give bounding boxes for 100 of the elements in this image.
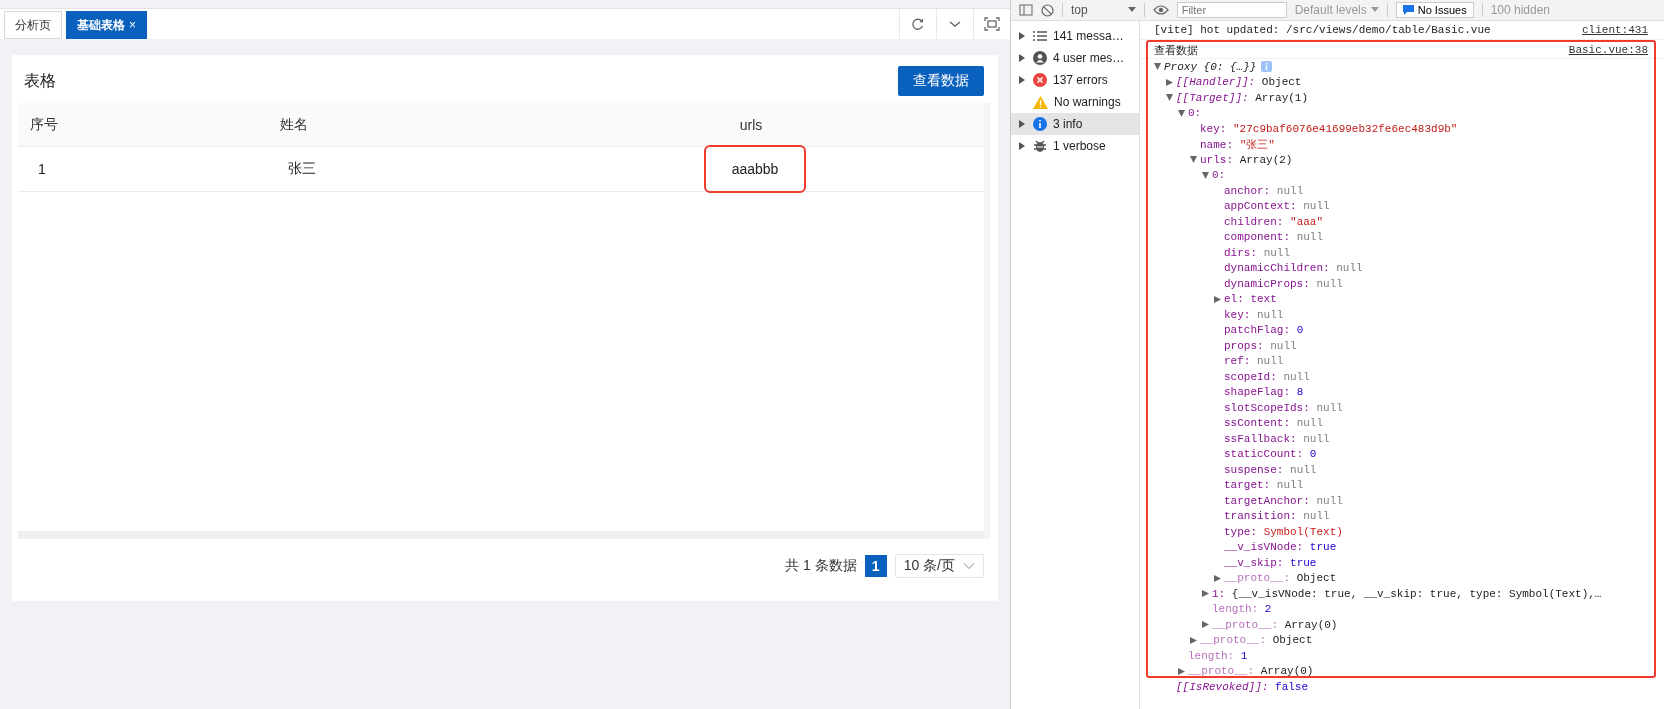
property-text: children: "aaa" xyxy=(1224,215,1324,228)
property-text: shapeFlag: 8 xyxy=(1224,386,1304,399)
log-message: [vite] hot updated: /src/views/demo/table/Basic.vue xyxy=(1154,23,1491,38)
page-number[interactable]: 1 xyxy=(864,555,887,577)
context-select[interactable]: top xyxy=(1071,3,1136,17)
expand-arrow-icon[interactable] xyxy=(1154,63,1161,71)
table-cell-text: 张三 xyxy=(288,159,316,178)
eye-icon[interactable] xyxy=(1152,4,1169,16)
property-text: ssContent: null xyxy=(1224,417,1324,430)
property-text: targetAnchor: null xyxy=(1224,494,1343,507)
source-link[interactable]: Basic.vue:38 xyxy=(1568,42,1648,58)
property-text: dynamicChildren: null xyxy=(1224,262,1363,275)
property-text: __proto__: Object xyxy=(1200,634,1313,647)
table-cell: aaabbb xyxy=(705,147,805,191)
property-text: urls: Array(2) xyxy=(1200,153,1293,166)
property-text: appContext: null xyxy=(1224,200,1330,213)
property-text: [[Handler]]: Object xyxy=(1176,76,1302,89)
bug-icon xyxy=(1033,139,1047,153)
property-text: transition: null xyxy=(1224,510,1330,523)
expand-arrow-icon[interactable] xyxy=(1019,32,1025,40)
property-text: key: null xyxy=(1224,308,1284,321)
property-text: dirs: null xyxy=(1224,246,1291,259)
expand-arrow-icon[interactable] xyxy=(1178,109,1185,117)
property-text: 0: xyxy=(1212,169,1226,182)
expand-arrow-icon[interactable] xyxy=(1166,78,1173,86)
page-tab[interactable]: 基础表格 × xyxy=(66,11,147,39)
property-text: key: "27c9baf6076e41699eb32fe6ec483d9b" xyxy=(1200,122,1458,135)
property-text: __v_skip: true xyxy=(1224,556,1317,569)
page-tab[interactable]: 分析页 xyxy=(4,11,62,39)
table-cell-text: 1 xyxy=(38,160,46,179)
list-icon xyxy=(1033,30,1047,42)
expand-arrow-icon[interactable] xyxy=(1019,76,1025,84)
property-text: 0: xyxy=(1188,107,1202,120)
property-text: [[IsRevoked]]: false xyxy=(1176,680,1309,693)
property-text: dynamicProps: null xyxy=(1224,277,1343,290)
fullscreen-icon[interactable] xyxy=(984,17,1000,31)
expand-arrow-icon[interactable] xyxy=(1214,295,1221,303)
property-text: patchFlag: 0 xyxy=(1224,324,1304,337)
expand-arrow-icon[interactable] xyxy=(1178,667,1185,675)
property-text: staticCount: 0 xyxy=(1224,448,1317,461)
column-header: 序号 xyxy=(29,115,59,134)
property-text: type: Symbol(Text) xyxy=(1224,525,1343,538)
message-filter-item[interactable]: 137 errors xyxy=(1011,69,1139,91)
sidebar-toggle-icon[interactable] xyxy=(1019,4,1033,16)
message-filter-item[interactable]: 3 info xyxy=(1011,113,1139,135)
user-icon xyxy=(1033,51,1047,65)
property-text: __proto__: Array(0) xyxy=(1188,665,1314,678)
chevron-down-icon xyxy=(963,562,975,570)
expand-arrow-icon[interactable] xyxy=(1019,120,1025,128)
property-text: ssFallback: null xyxy=(1224,432,1330,445)
message-filter-item[interactable]: 141 messa… xyxy=(1011,25,1139,47)
caret-icon xyxy=(1370,7,1379,13)
property-text: component: null xyxy=(1224,231,1324,244)
property-text: anchor: null xyxy=(1224,184,1304,197)
error-icon xyxy=(1033,73,1047,87)
page-size-select[interactable]: 10 条/页 xyxy=(894,554,984,578)
message-filter-item[interactable]: 1 verbose xyxy=(1011,135,1139,157)
log-message: 查看数据 xyxy=(1154,42,1198,58)
expand-arrow-icon[interactable] xyxy=(1214,574,1221,582)
filter-input[interactable]: Filter xyxy=(1176,2,1287,18)
clear-console-icon[interactable] xyxy=(1041,3,1054,17)
property-text: target: null xyxy=(1224,479,1304,492)
speech-bubble-icon xyxy=(1402,5,1414,15)
hidden-count: 100 hidden xyxy=(1490,3,1551,17)
property-text: suspense: null xyxy=(1224,463,1317,476)
message-filter-item[interactable]: 4 user mes… xyxy=(1011,47,1139,69)
caret-icon xyxy=(1127,7,1136,13)
expand-arrow-icon[interactable] xyxy=(1190,636,1197,644)
warning-icon xyxy=(1033,95,1048,109)
property-text: ref: null xyxy=(1224,355,1284,368)
property-text: 1: {__v_isVNode: true, __v_skip: true, type: Symbol(Text),… xyxy=(1212,587,1602,600)
property-text: name: "张三" xyxy=(1200,137,1275,152)
total-count: 共 1 条数据 xyxy=(785,557,857,575)
expand-arrow-icon[interactable] xyxy=(1166,94,1173,102)
property-text: slotScopeIds: null xyxy=(1224,401,1343,414)
property-text: scopeId: null xyxy=(1224,370,1310,383)
expand-arrow-icon[interactable] xyxy=(1202,621,1209,629)
refresh-icon[interactable] xyxy=(911,17,925,31)
column-header: urls xyxy=(738,116,764,133)
property-text: __v_isVNode: true xyxy=(1224,541,1337,554)
property-text: props: null xyxy=(1224,339,1297,352)
property-text: [[Target]]: Array(1) xyxy=(1176,91,1309,104)
expand-arrow-icon[interactable] xyxy=(1019,142,1025,150)
expand-arrow-icon[interactable] xyxy=(1019,54,1025,62)
property-text: __proto__: Object xyxy=(1224,572,1337,585)
card-title: 表格 xyxy=(24,70,56,91)
chevron-down-icon[interactable] xyxy=(948,19,962,29)
property-text: length: 1 xyxy=(1188,649,1248,662)
source-link[interactable]: client:431 xyxy=(1582,23,1648,39)
expand-arrow-icon[interactable] xyxy=(1190,156,1197,164)
view-data-button[interactable]: 查看数据 xyxy=(898,66,984,96)
property-text: el: text xyxy=(1224,293,1277,306)
property-text: __proto__: Array(0) xyxy=(1212,618,1338,631)
column-header: 姓名 xyxy=(279,115,309,134)
issues-button[interactable]: No Issues xyxy=(1395,2,1474,18)
property-text: length: 2 xyxy=(1212,603,1272,616)
expand-arrow-icon[interactable] xyxy=(1202,590,1209,598)
info-icon xyxy=(1033,117,1047,131)
expand-arrow-icon[interactable] xyxy=(1202,171,1209,179)
message-filter-item[interactable]: No warnings xyxy=(1011,91,1139,113)
